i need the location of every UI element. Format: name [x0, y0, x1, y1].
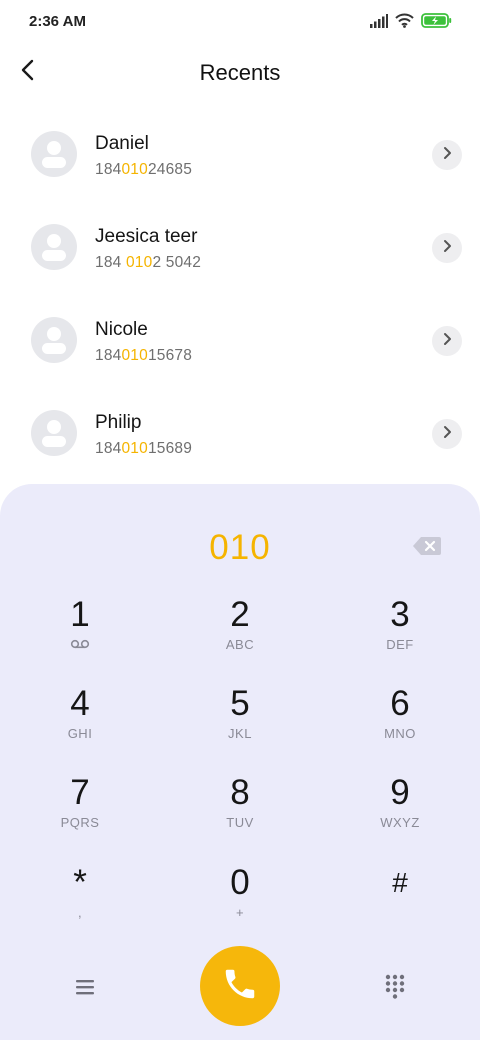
chevron-right-icon [442, 425, 452, 444]
backspace-button[interactable] [412, 536, 442, 556]
key-3[interactable]: 3 DEF [345, 596, 455, 674]
avatar [31, 224, 77, 270]
key-star[interactable]: * , [25, 864, 135, 942]
contact-list: Daniel 18401024685 Jeesica teer 184 0102… [0, 107, 480, 479]
keypad-grid-icon [382, 974, 408, 1005]
avatar [31, 410, 77, 456]
contact-row[interactable]: Jeesica teer 184 0102 5042 [0, 200, 480, 293]
key-4[interactable]: 4 GHI [25, 685, 135, 763]
dialpad: 010 1 2 ABC 3 DEF 4 GHI 5 JKL 6 MNO 7 PQ… [0, 484, 480, 1040]
key-1[interactable]: 1 [25, 596, 135, 674]
chevron-right-icon [442, 146, 452, 165]
contact-name: Nicole [95, 319, 148, 340]
contact-details-button[interactable] [432, 140, 462, 170]
phone-icon [221, 965, 259, 1008]
chevron-right-icon [442, 332, 452, 351]
page-title: Recents [199, 60, 281, 85]
chevron-right-icon [442, 239, 452, 258]
avatar [31, 317, 77, 363]
key-7[interactable]: 7 PQRS [25, 774, 135, 852]
dialed-number: 010 [209, 528, 271, 567]
contact-details-button[interactable] [432, 326, 462, 356]
key-8[interactable]: 8 TUV [185, 774, 295, 852]
battery-charging-icon [421, 13, 452, 33]
contact-details-button[interactable] [432, 233, 462, 263]
keypad-toggle-button[interactable] [382, 973, 408, 1001]
key-9[interactable]: 9 WXYZ [345, 774, 455, 852]
contact-number: 18401015678 [95, 347, 193, 364]
wifi-icon [395, 13, 414, 33]
key-5[interactable]: 5 JKL [185, 685, 295, 763]
backspace-icon [412, 537, 442, 560]
contact-row[interactable]: Philip 18401015689 [0, 386, 480, 479]
signal-icon [370, 13, 388, 33]
contact-name: Philip [95, 412, 142, 433]
contact-details-button[interactable] [432, 419, 462, 449]
key-2[interactable]: 2 ABC [185, 596, 295, 674]
avatar [31, 131, 77, 177]
voicemail-icon [25, 636, 135, 652]
contact-name: Daniel [95, 133, 149, 154]
dialpad-bottom-bar [0, 946, 480, 1026]
contact-number: 18401024685 [95, 161, 193, 178]
contact-row[interactable]: Nicole 18401015678 [0, 293, 480, 386]
status-time: 2:36 AM [29, 13, 86, 30]
contact-number: 184 0102 5042 [95, 254, 202, 271]
menu-button[interactable] [70, 974, 100, 1000]
contact-row[interactable]: Daniel 18401024685 [0, 107, 480, 200]
key-hash[interactable]: # [345, 864, 455, 942]
menu-icon [70, 980, 100, 1004]
key-6[interactable]: 6 MNO [345, 685, 455, 763]
status-bar: 2:36 AM [0, 0, 480, 44]
key-0[interactable]: 0 + [185, 864, 295, 942]
call-button[interactable] [200, 946, 280, 1026]
contact-number: 18401015689 [95, 440, 193, 457]
header: Recents [0, 44, 480, 100]
status-icons [370, 13, 452, 33]
contact-name: Jeesica teer [95, 226, 198, 247]
